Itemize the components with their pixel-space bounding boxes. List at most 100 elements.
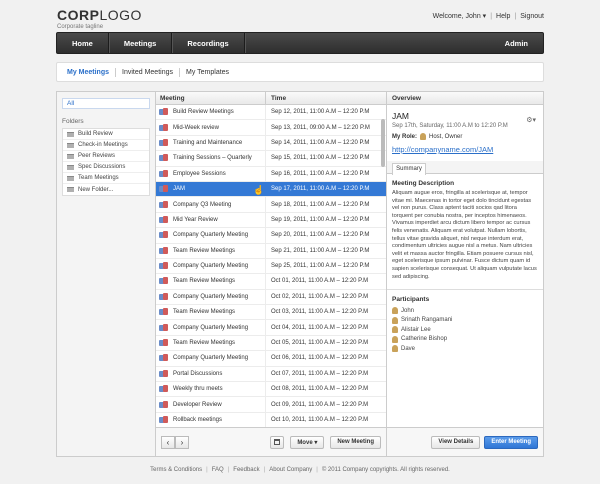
table-row[interactable]: Team Review Meetings Sep 21, 2011, 11:00 …	[156, 243, 386, 259]
nav-recordings[interactable]: Recordings	[172, 33, 245, 53]
nav-admin[interactable]: Admin	[490, 33, 543, 53]
separator: |	[263, 467, 266, 473]
nav-home[interactable]: Home	[57, 33, 109, 53]
table-row[interactable]: Company Q3 Meeting Sep 18, 2011, 11:00 A.…	[156, 197, 386, 213]
separator: |	[206, 467, 208, 473]
table-row[interactable]: Company Quarterly Meeting Sep 25, 2011, 1…	[156, 258, 386, 275]
scrollbar[interactable]	[381, 119, 385, 167]
folder-list: Build Review Check-in Meetings Peer Review…	[62, 128, 150, 196]
table-row[interactable]: Company Quarterly Meeting Oct 02, 2011, 1…	[156, 289, 386, 306]
table-row[interactable]: Portal Discussions Oct 07, 2011, 11:00 A.…	[156, 366, 386, 383]
meeting-name-cell: Company Quarterly Meeting	[156, 258, 266, 274]
folder-item[interactable]: Build Review	[63, 129, 149, 140]
overview-panel: Overview JAM ⚙▾ Sep 17th, Saturday, 11:0…	[387, 92, 543, 456]
meeting-time: Sep 12, 2011, 11:00 A.M – 12:20 P.M	[271, 109, 370, 116]
meeting-name-cell: Company Quarterly Meeting	[156, 351, 266, 366]
tab-invited-meetings[interactable]: Invited Meetings	[116, 67, 180, 77]
table-row[interactable]: Training Sessions – Quarterly Sep 15, 201…	[156, 151, 386, 167]
view-details-button[interactable]: View Details	[431, 435, 481, 449]
meeting-time: Sep 21, 2011, 11:00 A.M – 12:20 P.M	[271, 247, 370, 254]
tab-my-meetings[interactable]: My Meetings	[61, 67, 117, 77]
welcome-user-menu[interactable]: Welcome, John ▾	[433, 12, 487, 20]
copyright: © 2011 Company copyrights. All rights re…	[321, 467, 450, 473]
folder-item[interactable]: Team Meetings	[63, 173, 149, 184]
person-icon	[392, 307, 398, 315]
tab-my-templates[interactable]: My Templates	[180, 68, 235, 77]
folder-item[interactable]: Peer Reviews	[63, 151, 149, 162]
table-row[interactable]: Build Review Meetings Sep 12, 2011, 11:00…	[156, 105, 386, 121]
meeting-name: Weekly thru meets	[173, 386, 223, 393]
meeting-icon	[159, 400, 168, 409]
meeting-name-cell: Rollback meetings	[156, 412, 266, 427]
role-value: Host, Owner	[429, 133, 463, 140]
table-row[interactable]: Training and Maintenance Sep 14, 2011, 11…	[156, 135, 386, 152]
folder-icon	[67, 153, 74, 159]
folder-label: Spec Discussions	[78, 164, 126, 170]
meeting-name-cell: JAM ☝	[156, 181, 266, 197]
participant-name: Srinath Rangamani	[401, 317, 453, 324]
meeting-time: Oct 05, 2011, 11:00 A.M – 12:20 P.M	[271, 340, 369, 347]
participant-item: Catherine Bishop	[392, 335, 538, 345]
faq-link[interactable]: FAQ	[212, 467, 224, 473]
meeting-link[interactable]: http://companyname.com/JAM	[387, 140, 543, 154]
logo[interactable]: CORPLOGO Corporate tagline	[57, 7, 142, 30]
meeting-icon	[159, 308, 168, 316]
meeting-name: Developer Review	[173, 401, 222, 408]
all-filter[interactable]: All	[62, 98, 150, 109]
about-link[interactable]: About Company	[269, 467, 312, 473]
table-row[interactable]: Company Quarterly Meeting Oct 04, 2011, 1…	[156, 320, 386, 336]
overview-body: Meeting Description Aliquam augue eros, …	[387, 174, 543, 360]
column-header-meeting[interactable]: Meeting	[156, 92, 266, 104]
terms-link[interactable]: Terms & Conditions	[150, 467, 202, 473]
delete-button[interactable]	[270, 435, 285, 449]
meeting-icon	[159, 323, 168, 332]
page: CORPLOGO Corporate tagline Welcome, John…	[0, 0, 600, 484]
meeting-time: Oct 06, 2011, 11:00 A.M – 12:20 P.M	[271, 355, 369, 362]
meeting-icon	[159, 108, 168, 116]
overview-header: Overview	[387, 92, 543, 105]
folder-item[interactable]: Spec Discussions	[63, 162, 149, 173]
meeting-icon	[159, 339, 168, 347]
person-icon	[392, 326, 398, 334]
next-page-button[interactable]: ›	[175, 435, 189, 449]
table-row[interactable]: Team Review Meetings Oct 05, 2011, 11:00 …	[156, 335, 386, 352]
signout-link[interactable]: Signout	[520, 13, 544, 20]
table-row[interactable]: Rollback meetings Oct 10, 2011, 11:00 A.M…	[156, 412, 386, 427]
nav-meetings[interactable]: Meetings	[109, 33, 173, 53]
table-row[interactable]: Company Quarterly Meeting Sep 20, 2011, 1…	[156, 228, 386, 244]
new-meeting-button[interactable]: New Meeting	[330, 435, 381, 449]
participant-item: John	[392, 306, 538, 316]
table-row[interactable]: Mid-Week review Sep 13, 2011, 09:00 A.M –…	[156, 120, 386, 136]
meeting-icon	[159, 246, 168, 255]
meeting-name: Team Review Meetings	[173, 340, 236, 347]
meeting-name: Build Review Meetings	[173, 109, 234, 116]
table-row[interactable]: Weekly thru meets Oct 08, 2011, 11:00 A.M…	[156, 382, 386, 398]
folder-item[interactable]: New Folder...	[63, 184, 149, 195]
meeting-name: Mid Year Review	[173, 216, 218, 223]
prev-page-button[interactable]: ‹	[161, 435, 175, 449]
move-button[interactable]: Move ▾	[290, 435, 325, 449]
participant-item: Srinath Rangamani	[392, 316, 538, 326]
help-link[interactable]: Help	[496, 13, 510, 20]
table-row[interactable]: Team Review Meetings Oct 01, 2011, 11:00 …	[156, 274, 386, 290]
settings-menu-icon[interactable]: ⚙▾	[526, 116, 536, 124]
folder-icon	[67, 131, 74, 137]
description-title: Meeting Description	[392, 180, 455, 187]
table-row[interactable]: Employee Sessions Sep 16, 2011, 11:00 A.M…	[156, 166, 386, 182]
table-row[interactable]: JAM ☝ Sep 17, 2011, 11:00 A.M – 12:20 P.M	[156, 181, 386, 198]
column-header-time[interactable]: Time	[266, 92, 286, 104]
table-row[interactable]: Team Review Meetings Oct 03, 2011, 11:00 …	[156, 305, 386, 321]
feedback-link[interactable]: Feedback	[233, 467, 259, 473]
table-row[interactable]: Company Quarterly Meeting Oct 06, 2011, 1…	[156, 351, 386, 367]
tab-summary[interactable]: Summary	[392, 163, 426, 175]
participants-title: Participants	[392, 296, 430, 304]
meeting-name-cell: Company Quarterly Meeting	[156, 228, 266, 243]
enter-meeting-button[interactable]: Enter Meeting	[484, 435, 538, 449]
folder-item[interactable]: Check-in Meetings	[63, 140, 149, 151]
meeting-name-cell: Employee Sessions	[156, 166, 266, 181]
meeting-icon	[159, 215, 168, 224]
top-nav: Home Meetings Recordings Admin	[56, 32, 544, 54]
table-row[interactable]: Mid Year Review Sep 19, 2011, 11:00 A.M –…	[156, 212, 386, 229]
table-row[interactable]: Developer Review Oct 09, 2011, 11:00 A.M …	[156, 397, 386, 413]
meeting-time: Sep 17, 2011, 11:00 A.M – 12:20 P.M	[271, 186, 370, 193]
